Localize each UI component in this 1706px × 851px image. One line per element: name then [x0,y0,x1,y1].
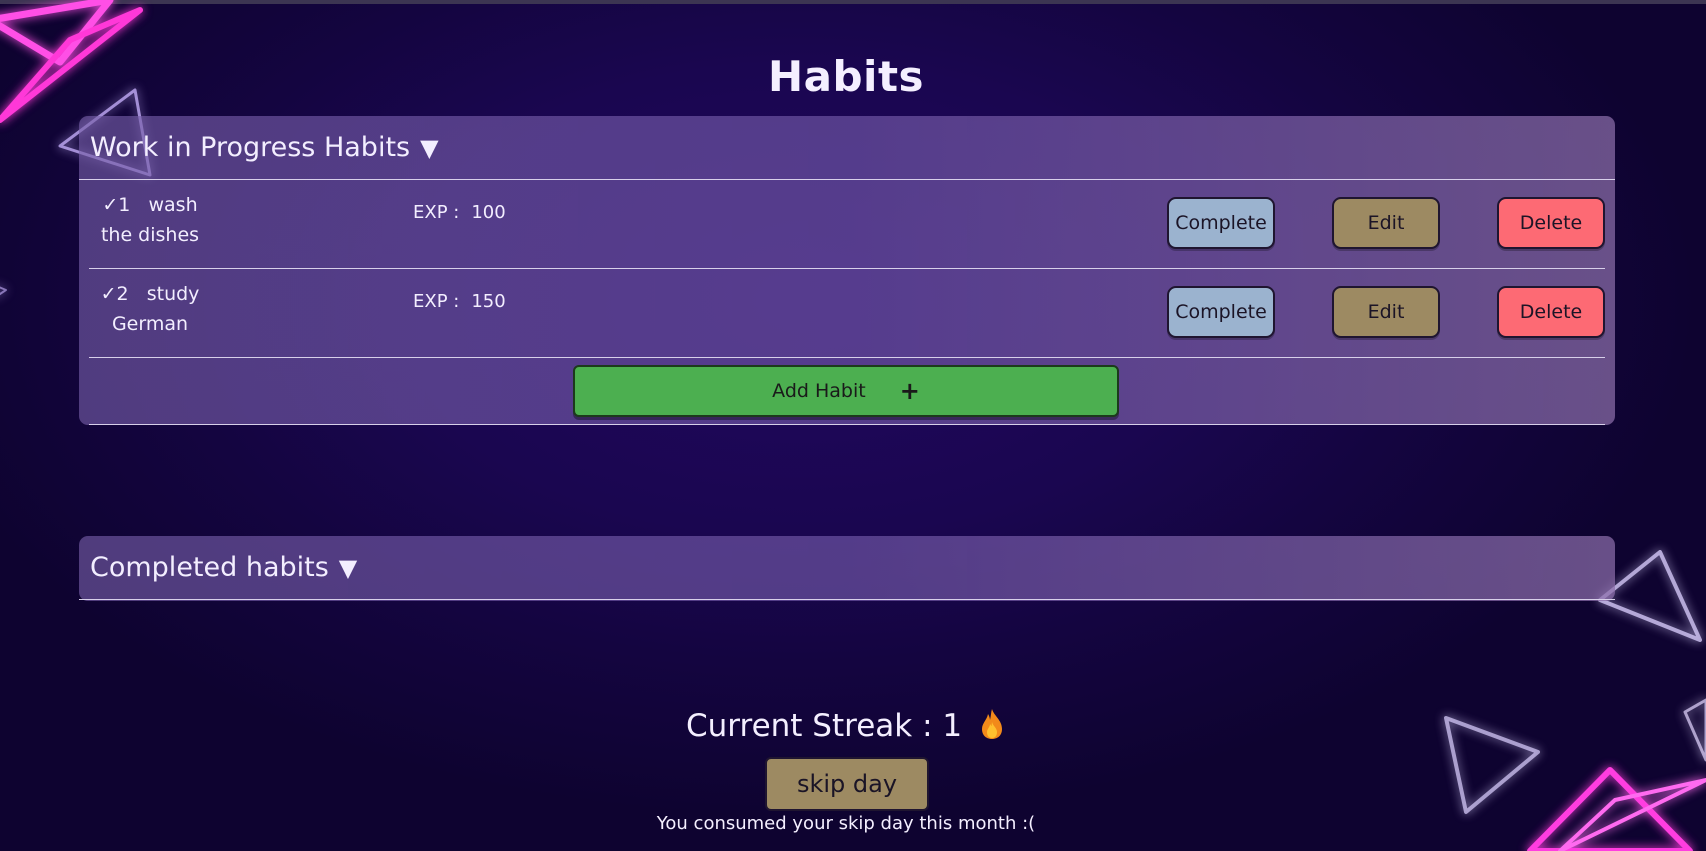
completed-habits-title: Completed habits [90,552,329,583]
complete-button[interactable]: Complete [1167,197,1275,249]
add-habit-row: Add Habit + [89,358,1605,425]
exp-label: EXP : [413,291,460,312]
habit-name-line2: German [111,313,189,335]
skip-day-note: You consumed your skip day this month :( [656,813,1036,834]
delete-button[interactable]: Delete [1497,286,1605,338]
add-habit-button[interactable]: Add Habit + [573,365,1119,417]
streak-label: Current Streak : 1 [686,708,963,744]
completed-habits-toggle[interactable]: Completed habits ▼ [79,536,1615,600]
completed-habits-panel: Completed habits ▼ [79,536,1615,601]
wip-habits-title: Work in Progress Habits [90,132,411,163]
page-title: Habits [767,52,925,101]
habit-number: 1 [118,194,131,216]
exp-value: 150 [471,291,506,312]
exp-value: 100 [471,202,506,223]
habit-exp: EXP : 150 [413,291,506,312]
habit-name-line2: the dishes [100,224,200,246]
neon-triangle-left-small [0,286,7,296]
habit-name: ✓1 wash the dishes [95,190,205,250]
top-edge-bar [0,0,1706,4]
habit-name: ✓2 study German [95,279,205,339]
fire-icon [981,709,1002,739]
skip-day-button[interactable]: skip day [765,757,929,811]
wip-habits-panel: Work in Progress Habits ▼ ✓1 wash the di… [79,116,1615,425]
wip-habits-toggle[interactable]: Work in Progress Habits ▼ [79,116,1615,180]
habit-row: ✓2 study German EXP : 150 Complete Edit D… [89,269,1605,358]
check-icon: ✓ [100,283,117,305]
habit-number: 2 [116,283,129,305]
edit-button[interactable]: Edit [1332,197,1440,249]
neon-triangle-bottom-right-2 [1527,767,1693,851]
complete-button[interactable]: Complete [1167,286,1275,338]
habit-exp: EXP : 100 [413,202,506,223]
habit-name-line1: study [146,283,200,305]
habit-name-line1: wash [148,194,198,216]
caret-down-icon: ▼ [420,133,439,162]
check-icon: ✓ [102,194,119,216]
delete-button[interactable]: Delete [1497,197,1605,249]
exp-label: EXP : [413,202,460,223]
edit-button[interactable]: Edit [1332,286,1440,338]
neon-triangle-right-mid [1598,550,1702,642]
current-streak: Current Streak : 1 [0,708,1692,744]
plus-icon: + [899,377,920,405]
caret-down-icon: ▼ [338,553,358,582]
habit-row: ✓1 wash the dishes EXP : 100 Complete Edi… [89,180,1605,269]
add-habit-label: Add Habit [772,380,866,402]
